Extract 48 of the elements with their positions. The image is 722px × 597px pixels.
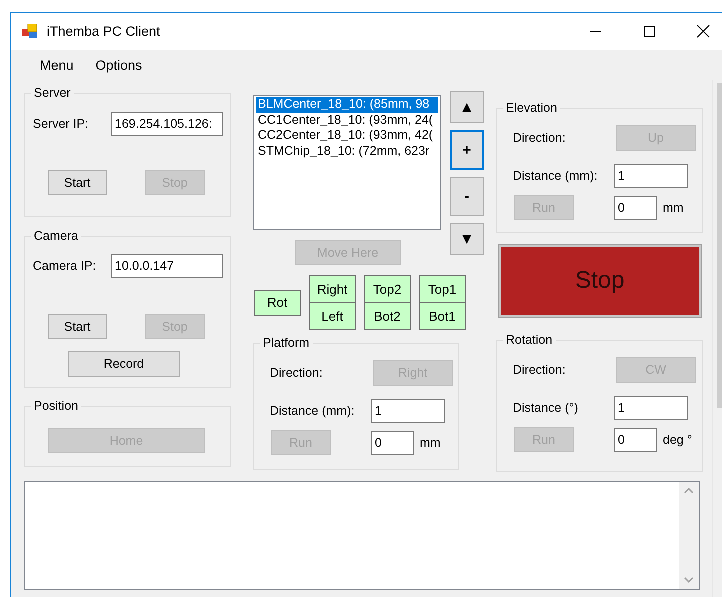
position-field[interactable]: 0 <box>614 428 657 452</box>
ip-field[interactable]: 169.254.105.126: <box>111 112 223 136</box>
target-button[interactable]: Top1 <box>419 275 466 303</box>
log-area[interactable] <box>24 481 700 590</box>
preset-list[interactable]: BLMCenter_18_10: (85mm, 98 CC1Center_18_10: (93mm, 24( CC2Center_18_10: (93mm, 42( STMChip_18_10: (72mm, 623r <box>253 95 441 230</box>
field-label: Distance (mm): <box>270 404 356 418</box>
field-label: Distance (mm): <box>513 169 599 183</box>
distance-field[interactable]: 1 <box>614 396 688 420</box>
position-field[interactable]: 0 <box>371 430 414 454</box>
target-button[interactable]: Bot1 <box>419 302 466 330</box>
scroll-down-icon[interactable] <box>684 577 694 583</box>
field-label: Direction: <box>513 363 567 377</box>
position-field[interactable]: 0 <box>614 196 657 220</box>
list-item[interactable]: STMChip_18_10: (72mm, 623r <box>256 144 438 159</box>
list-button[interactable]: ▲ <box>450 91 484 123</box>
close-icon <box>696 25 710 38</box>
unit-label: deg ° <box>663 432 692 446</box>
field-label: Server IP: <box>33 117 90 131</box>
field-label: Direction: <box>270 366 324 380</box>
button[interactable]: Record <box>68 351 180 377</box>
unit-label: mm <box>663 200 684 214</box>
scrollbar[interactable] <box>679 482 699 589</box>
list-button[interactable]: - <box>450 177 484 216</box>
target-button[interactable]: Top2 <box>364 275 411 303</box>
list-button[interactable]: + <box>450 130 484 170</box>
app-icon <box>22 24 38 39</box>
distance-field[interactable]: 1 <box>371 399 445 423</box>
target-button[interactable]: Rot <box>254 290 301 316</box>
button[interactable]: Start <box>48 170 107 195</box>
unit-label: mm <box>420 436 441 450</box>
field-label: Distance (°) <box>513 401 580 415</box>
target-button[interactable]: Bot2 <box>364 302 411 330</box>
window-title: iThemba PC Client <box>47 24 162 39</box>
scroll-up-icon[interactable] <box>684 488 694 494</box>
list-item[interactable]: BLMCenter_18_10: (85mm, 98 <box>256 97 438 112</box>
menu-item[interactable]: Menu <box>29 56 85 74</box>
target-button[interactable]: Right <box>309 275 356 303</box>
ip-field[interactable]: 10.0.0.147 <box>111 254 223 278</box>
list-item[interactable]: CC2Center_18_10: (93mm, 42( <box>256 128 438 144</box>
field-label: Camera IP: <box>33 259 98 273</box>
target-button[interactable]: Left <box>309 302 356 330</box>
menu-item[interactable]: Options <box>84 56 154 74</box>
button[interactable]: Start <box>48 314 107 339</box>
maximize-icon <box>644 26 654 37</box>
field-label: Direction: <box>513 131 567 145</box>
distance-field[interactable]: 1 <box>614 164 688 188</box>
list-item[interactable]: CC1Center_18_10: (93mm, 24( <box>256 112 438 128</box>
list-button[interactable]: ▼ <box>450 223 484 255</box>
